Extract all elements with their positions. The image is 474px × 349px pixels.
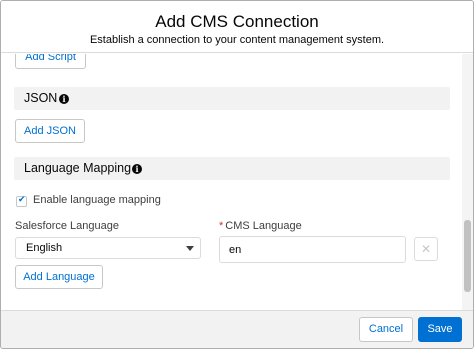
save-button[interactable]: Save [418, 317, 462, 342]
modal-subtitle: Establish a connection to your content m… [89, 34, 385, 46]
info-icon[interactable]: i [59, 94, 69, 104]
language-mapping-section-header: Language Mapping i [14, 157, 450, 180]
cancel-button[interactable]: Cancel [359, 317, 413, 342]
cms-language-label: * CMS Language [219, 220, 302, 232]
add-language-button[interactable]: Add Language [15, 265, 103, 289]
modal-header: Add CMS Connection Establish a connectio… [1, 1, 473, 53]
add-cms-connection-modal: Add CMS Connection Establish a connectio… [0, 0, 474, 349]
language-mapping-title: Language Mapping [24, 161, 132, 175]
json-section-title: JSON [24, 91, 58, 105]
remove-mapping-button[interactable]: ✕ [414, 237, 438, 261]
modal-footer: Cancel Save [1, 310, 473, 348]
json-section-header: JSON i [14, 87, 450, 110]
salesforce-language-select[interactable]: English [15, 237, 201, 259]
salesforce-language-label: Salesforce Language [15, 220, 119, 232]
enable-language-mapping-checkbox[interactable]: ✔ [16, 194, 27, 207]
add-script-button[interactable]: Add Script [15, 54, 86, 69]
modal-body[interactable]: Add Script JSON i Add JSON Language Mapp… [1, 54, 473, 310]
checkmark-icon: ✔ [18, 194, 26, 204]
required-marker: * [219, 220, 224, 232]
cms-language-input[interactable] [219, 236, 406, 263]
scrollbar-thumb[interactable] [464, 220, 471, 292]
modal-title: Add CMS Connection [155, 12, 319, 31]
add-json-button[interactable]: Add JSON [15, 119, 85, 143]
enable-language-mapping-label[interactable]: Enable language mapping [33, 194, 161, 206]
close-icon: ✕ [420, 242, 432, 256]
cms-language-label-text: CMS Language [225, 220, 302, 232]
chevron-down-icon [186, 246, 194, 251]
info-icon[interactable]: i [132, 164, 142, 174]
salesforce-language-value: English [26, 242, 63, 254]
scrollbar[interactable] [462, 54, 473, 310]
